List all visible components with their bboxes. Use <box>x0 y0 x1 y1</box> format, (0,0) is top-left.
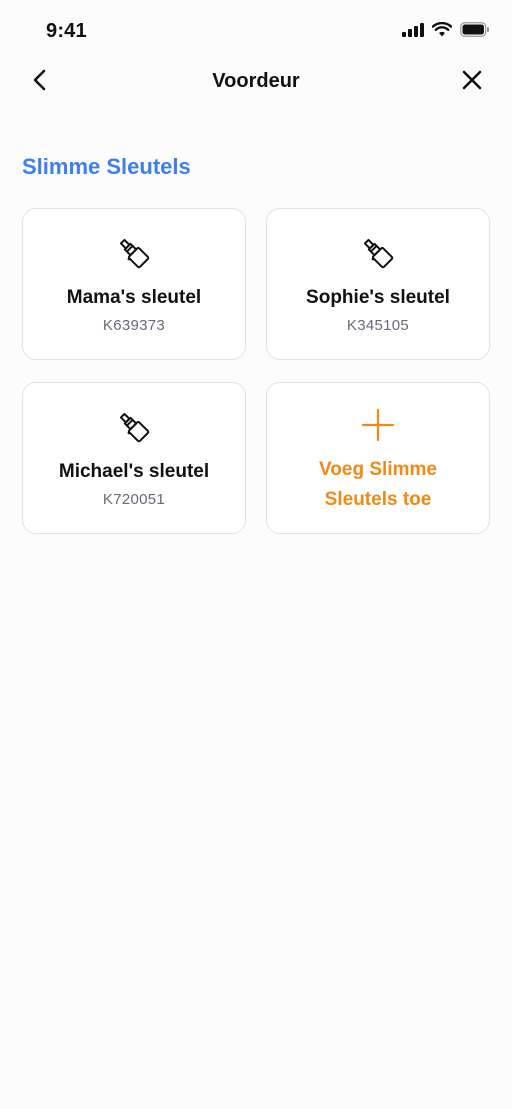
key-card-michael[interactable]: Michael's sleutel K720051 <box>22 382 246 534</box>
key-name: Mama's sleutel <box>66 287 202 308</box>
battery-icon <box>460 22 490 42</box>
close-icon <box>462 70 482 95</box>
close-button[interactable] <box>456 66 488 98</box>
section-title: Slimme Sleutels <box>22 154 191 179</box>
page-title: Voordeur <box>212 70 300 92</box>
signal-icon <box>402 22 424 42</box>
key-name: Michael's sleutel <box>58 461 210 482</box>
key-code: K720051 <box>102 491 166 508</box>
wifi-icon <box>431 21 453 42</box>
status-time: 9:41 <box>46 20 87 42</box>
add-smart-keys-label: Voeg Slimme Sleutels toe <box>319 459 437 510</box>
key-icon <box>358 233 398 273</box>
key-card-mama[interactable]: Mama's sleutel K639373 <box>22 208 246 360</box>
plus-icon <box>360 407 396 443</box>
key-card-sophie[interactable]: Sophie's sleutel K345105 <box>266 208 490 360</box>
key-icon <box>114 233 154 273</box>
key-icon <box>114 407 154 447</box>
key-grid: Mama's sleutel K639373 Sophie's sleutel … <box>22 208 490 534</box>
key-name: Sophie's sleutel <box>306 287 450 308</box>
status-icons <box>402 21 490 42</box>
key-code: K345105 <box>346 317 410 334</box>
key-code: K639373 <box>102 317 166 334</box>
status-bar: 9:41 <box>0 0 512 60</box>
screen: 9:41 Voordeur Slimme Sleutels Mama's sle… <box>0 0 512 1109</box>
add-smart-keys-button[interactable]: Voeg Slimme Sleutels toe <box>266 382 490 534</box>
